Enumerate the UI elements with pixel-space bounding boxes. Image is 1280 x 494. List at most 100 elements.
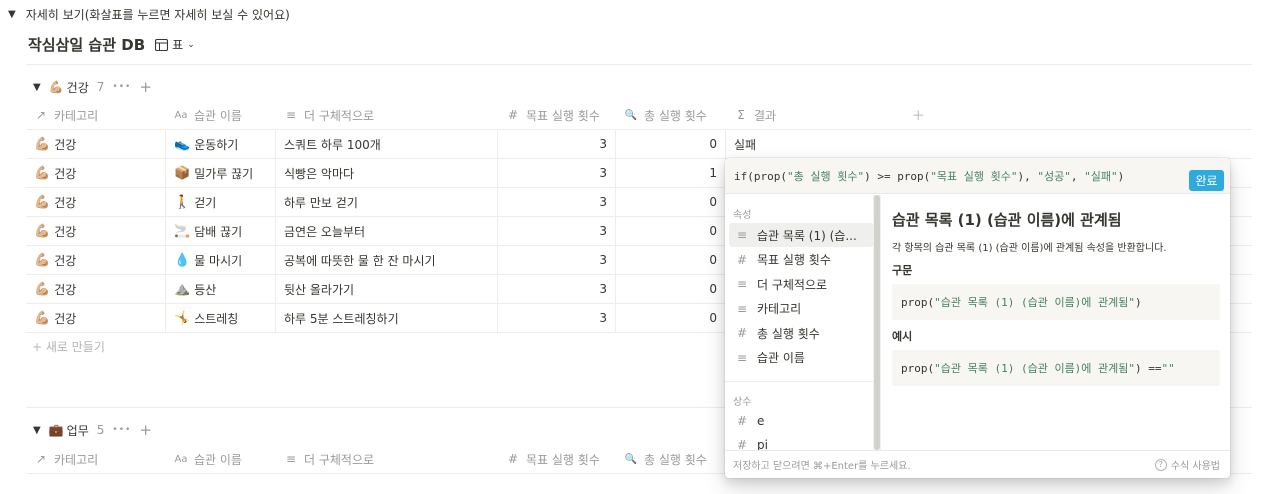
habit-cell[interactable]: 🤸 스트레칭	[166, 304, 276, 332]
column-label: 목표 실행 횟수	[526, 108, 600, 123]
detail-cell[interactable]: 식빵은 악마다	[276, 159, 498, 187]
view-switcher[interactable]: 표 ⌄	[155, 36, 195, 53]
add-row-icon[interactable]: +	[139, 421, 152, 439]
total-cell[interactable]: 0	[616, 246, 726, 274]
total-cell[interactable]: 0	[616, 130, 726, 158]
detail-value: 뒷산 올라가기	[284, 282, 355, 297]
new-row-button[interactable]: + 새로 만들기	[32, 338, 105, 355]
habit-cell[interactable]: 🚬 담배 끊기	[166, 217, 276, 245]
group-toggle-icon[interactable]: ▼	[33, 82, 41, 93]
goal-cell[interactable]: 3	[498, 217, 616, 245]
property-label: 총 실행 횟수	[757, 326, 820, 341]
property-item[interactable]: # 총 실행 횟수	[729, 321, 874, 345]
habit-cell[interactable]: 🚶 걷기	[166, 188, 276, 216]
detail-cell[interactable]: 공복에 따뜻한 물 한 잔 마시기	[276, 246, 498, 274]
formula-input[interactable]: if(prop("총 실행 횟수") >= prop("목표 실행 횟수"), …	[725, 158, 1230, 194]
column-header-total[interactable]: 🔍 총 실행 횟수	[616, 100, 726, 130]
category-cell[interactable]: 💪🏼 건강	[26, 159, 166, 187]
goal-cell[interactable]: 3	[498, 246, 616, 274]
detail-cell[interactable]: 금연은 오늘부터	[276, 217, 498, 245]
code-string: "습관 목록 (1) (습관 이름)에 관계됨"	[934, 296, 1136, 309]
goal-value: 3	[599, 195, 607, 209]
total-cell[interactable]: 0	[616, 217, 726, 245]
detail-cell[interactable]: 스쿼트 하루 100개	[276, 130, 498, 158]
db-title[interactable]: 작심삼일 습관 DB	[28, 34, 145, 55]
table-row[interactable]: 💪🏼 건강 👟 운동하기 스쿼트 하루 100개 3 0 실패	[26, 130, 1252, 159]
toggle-arrow-icon[interactable]: ▼	[8, 9, 16, 20]
category-cell[interactable]: 💪🏼 건강	[26, 246, 166, 274]
rollup-icon: 🔍	[624, 109, 638, 121]
details-toggle[interactable]: ▼ 자세히 보기(화살표를 누르면 자세히 보실 수 있어요)	[8, 6, 290, 23]
detail-cell[interactable]: 뒷산 올라가기	[276, 275, 498, 303]
done-button[interactable]: 완료	[1189, 170, 1224, 191]
column-header-habit[interactable]: Aa 습관 이름	[166, 100, 276, 130]
formula-text[interactable]: if(prop("총 실행 횟수") >= prop("목표 실행 횟수"), …	[734, 168, 1124, 184]
detail-value: 식빵은 악마다	[284, 166, 355, 181]
column-header-goal[interactable]: # 목표 실행 횟수	[498, 100, 616, 130]
habit-cell[interactable]: 👟 운동하기	[166, 130, 276, 158]
property-item[interactable]: ≡ 더 구체적으로	[729, 272, 874, 296]
category-cell[interactable]: 💪🏼 건강	[26, 217, 166, 245]
formula-help-link[interactable]: ? 수식 사용법	[1154, 457, 1220, 472]
section-properties-label: 속성	[733, 210, 752, 221]
total-cell[interactable]: 1	[616, 159, 726, 187]
group-count: 5	[96, 423, 105, 437]
habit-name: 밀가루 끊기	[194, 166, 254, 181]
category-cell[interactable]: 💪🏼 건강	[26, 275, 166, 303]
goal-value: 3	[599, 224, 607, 238]
constant-item[interactable]: # e	[729, 409, 874, 433]
total-cell[interactable]: 0	[616, 188, 726, 216]
add-column-icon[interactable]: +	[904, 100, 934, 130]
category-value: 건강	[54, 282, 77, 297]
goal-value: 3	[599, 166, 607, 180]
property-item[interactable]: ≡ 습관 목록 (1) (습...	[729, 223, 874, 247]
goal-cell[interactable]: 3	[498, 159, 616, 187]
flexed-biceps-icon: 💪🏼	[34, 223, 51, 239]
detail-value: 금연은 오늘부터	[284, 224, 366, 239]
goal-value: 3	[599, 137, 607, 151]
save-hint: 저장하고 닫으려면 ⌘+Enter를 누르세요.	[733, 461, 911, 472]
total-cell[interactable]: 0	[616, 275, 726, 303]
flexed-biceps-icon: 💪🏼	[34, 136, 51, 152]
detail-cell[interactable]: 하루 만보 걷기	[276, 188, 498, 216]
property-item[interactable]: # 목표 실행 횟수	[729, 248, 874, 272]
goal-cell[interactable]: 3	[498, 130, 616, 158]
column-header-category[interactable]: ↗ 카테고리	[26, 444, 166, 474]
goal-cell[interactable]: 3	[498, 188, 616, 216]
detail-cell[interactable]: 하루 5분 스트레칭하기	[276, 304, 498, 332]
text-icon: ≡	[736, 350, 748, 365]
property-item[interactable]: ≡ 습관 이름	[729, 346, 874, 370]
habit-name: 스트레칭	[194, 311, 239, 326]
list-scrollbar-thumb[interactable]	[874, 195, 880, 450]
goal-cell[interactable]: 3	[498, 275, 616, 303]
detail-value: 하루 5분 스트레칭하기	[284, 311, 399, 326]
column-header-habit[interactable]: Aa 습관 이름	[166, 444, 276, 474]
result-cell[interactable]: 실패	[726, 130, 901, 158]
habit-cell[interactable]: 📦 밀가루 끊기	[166, 159, 276, 187]
column-header-total[interactable]: 🔍 총 실행 횟수	[616, 444, 726, 474]
total-cell[interactable]: 0	[616, 304, 726, 332]
more-options-icon[interactable]: •••	[112, 425, 131, 435]
group-toggle-icon[interactable]: ▼	[33, 425, 41, 436]
goal-cell[interactable]: 3	[498, 304, 616, 332]
example-label: 예시	[892, 330, 913, 343]
category-cell[interactable]: 💪🏼 건강	[26, 188, 166, 216]
column-header-detail[interactable]: ≡ 더 구체적으로	[276, 444, 498, 474]
column-header-detail[interactable]: ≡ 더 구체적으로	[276, 100, 498, 130]
column-header-goal[interactable]: # 목표 실행 횟수	[498, 444, 616, 474]
code-token: if(prop(	[734, 170, 787, 183]
more-options-icon[interactable]: •••	[112, 82, 131, 92]
column-header-result[interactable]: Σ 결과	[726, 100, 901, 130]
category-cell[interactable]: 💪🏼 건강	[26, 130, 166, 158]
property-item[interactable]: ≡ 카테고리	[729, 297, 874, 321]
add-row-icon[interactable]: +	[139, 78, 152, 96]
habit-cell[interactable]: 💧 물 마시기	[166, 246, 276, 274]
column-label: 카테고리	[54, 452, 99, 467]
category-cell[interactable]: 💪🏼 건강	[26, 304, 166, 332]
column-header-category[interactable]: ↗ 카테고리	[26, 100, 166, 130]
column-header-row: ↗ 카테고리 Aa 습관 이름 ≡ 더 구체적으로 # 목표 실행 횟수 🔍 총 실행 횟…	[26, 100, 1252, 130]
habit-cell[interactable]: ⛰️ 등산	[166, 275, 276, 303]
detail-value: 스쿼트 하루 100개	[284, 137, 381, 152]
constant-item[interactable]: # pi	[729, 433, 874, 450]
title-icon: Aa	[174, 453, 188, 465]
